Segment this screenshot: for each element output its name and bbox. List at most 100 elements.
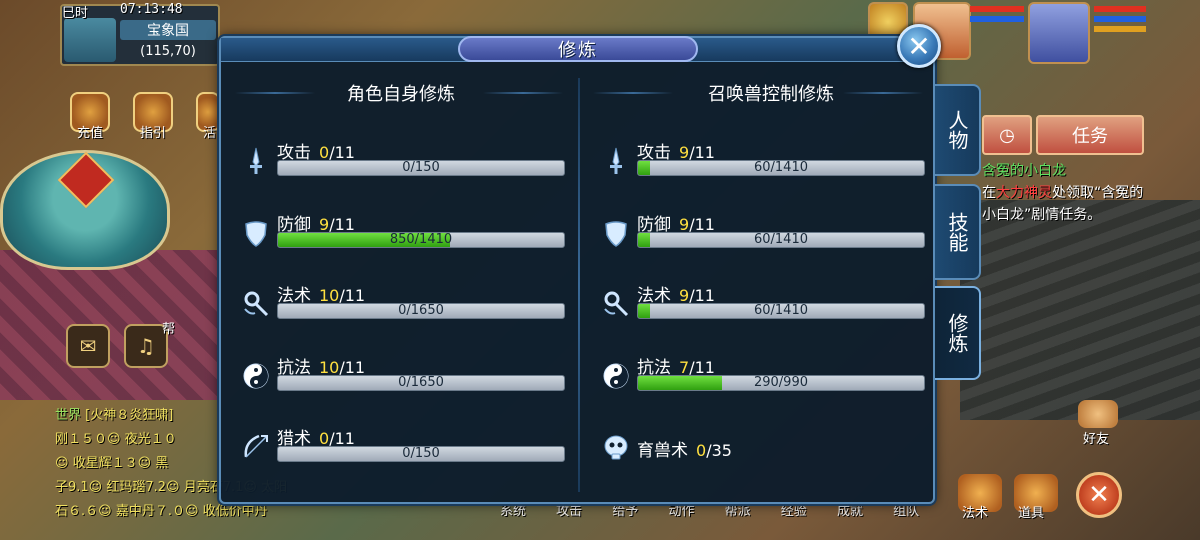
chat-text: [火神８炎狂啸] xyxy=(85,408,174,423)
chat-bubble-icon: ✉ xyxy=(79,334,97,358)
skill-progress-text: 0/150 xyxy=(402,446,440,461)
title-ornament-right xyxy=(483,92,563,94)
skill-level-max: /11 xyxy=(339,357,366,377)
player-portrait[interactable] xyxy=(1028,2,1090,64)
skill-level-current: 7 xyxy=(679,357,690,377)
quest-timer-button[interactable]: ◷ xyxy=(982,115,1032,155)
menu-action[interactable]: 动作 xyxy=(668,504,694,519)
skill-name: 育兽术 0/35 xyxy=(637,436,732,461)
menu-attack[interactable]: 攻击 xyxy=(556,504,582,519)
tab-cultivation[interactable]: 修炼 xyxy=(935,286,981,380)
menu-exp[interactable]: 经验 xyxy=(781,504,807,519)
menu-give[interactable]: 给予 xyxy=(612,504,638,519)
menu-team[interactable]: 组队 xyxy=(893,504,919,519)
quest-text-pre: 在 xyxy=(982,185,996,201)
skill-progress-text: 60/1410 xyxy=(753,231,808,247)
skill-progress-text: 0/1650 xyxy=(398,303,444,318)
player-hp-bar xyxy=(1094,6,1146,12)
skill-progress-text: 60/1410 xyxy=(753,160,808,175)
task-tab-button[interactable]: 任务 xyxy=(1036,115,1144,155)
tab-character[interactable]: 人物 xyxy=(935,84,981,176)
beast-skull-icon xyxy=(599,430,633,464)
skill-level-max: /35 xyxy=(706,441,732,460)
tab-label: 人物 xyxy=(945,110,969,150)
skill-progress-text: 60/1410 xyxy=(753,303,808,318)
quest-npc-name: 大力神灵 xyxy=(996,185,1052,201)
pet-mp-bar xyxy=(970,16,1024,22)
tab-label: 技能 xyxy=(945,212,969,252)
skill-progress-bar: 60/1410 xyxy=(637,160,925,176)
menu-achievement[interactable]: 成就 xyxy=(837,504,863,519)
chat-channel: 世界 xyxy=(55,408,82,423)
yin-yang-icon xyxy=(599,359,633,393)
close-icon: ✕ xyxy=(1088,480,1110,510)
quest-description: 在大力神灵处领取“含冤的小白龙”剧情任务。 xyxy=(982,182,1147,226)
clock-icon: ◷ xyxy=(999,124,1015,146)
friend-label: 好友 xyxy=(1083,432,1110,447)
skill-level: 7/11 xyxy=(679,358,715,377)
column-divider xyxy=(578,78,580,492)
menu-label-recharge: 充值 xyxy=(77,126,104,141)
skill-progress-text: 0/1650 xyxy=(398,374,444,390)
skill-progress-bar: 850/1410 xyxy=(277,231,565,248)
skill-row[interactable]: 攻击 9/11 60/1410 xyxy=(599,138,929,186)
skill-level-current: 0 xyxy=(696,441,707,460)
skill-progress-bar: 0/1650 xyxy=(277,374,565,391)
chat-log[interactable]: 世界 [火神８炎狂啸] 刚１５０☺ 夜光１０ ☺ 收星辉１３☺ 黑 子9.1☺ … xyxy=(55,404,288,524)
shield-icon xyxy=(239,216,273,250)
skill-level-max: /11 xyxy=(329,214,355,234)
skill-level-current: 10 xyxy=(319,357,340,377)
skill-row[interactable]: 防御 9/11 850/1410 xyxy=(239,210,569,258)
shield-icon xyxy=(599,216,633,250)
skill-row[interactable]: 抗法 10/11 0/1650 xyxy=(239,353,569,401)
game-clock: 07:13:48 xyxy=(120,2,183,17)
chat-button[interactable]: ✉ xyxy=(66,324,110,368)
skill-row[interactable]: 抗法 7/11 290/990 xyxy=(599,353,929,401)
skill-level: 10/11 xyxy=(319,358,365,377)
skill-name: 抗法 7/11 xyxy=(637,353,715,378)
skill-progress-bar: 0/1650 xyxy=(277,303,565,319)
minimap-avatar[interactable] xyxy=(64,18,116,62)
close-icon: ✕ xyxy=(907,29,931,63)
quest-tracker[interactable]: 含冤的小白龙 在大力神灵处领取“含冤的小白龙”剧情任务。 xyxy=(982,160,1147,226)
dialog-close-button[interactable]: ✕ xyxy=(897,24,941,68)
menu-system[interactable]: 系统 xyxy=(500,504,526,519)
skill-label: 育兽术 xyxy=(637,441,688,461)
skill-row[interactable]: 防御 9/11 60/1410 xyxy=(599,210,929,258)
item-label: 道具 xyxy=(1018,506,1045,521)
scene-carpet xyxy=(0,250,220,400)
skill-row[interactable]: 法术 10/11 0/1650 xyxy=(239,281,569,329)
skill-row[interactable]: 攻击 0/11 0/150 xyxy=(239,138,569,186)
yin-yang-icon xyxy=(239,359,273,393)
magic-staff-icon xyxy=(239,287,273,321)
skill-row[interactable]: 法术 9/11 60/1410 xyxy=(599,281,929,329)
skill-name: 防御 9/11 xyxy=(637,210,715,235)
player-sp-bar xyxy=(1094,26,1146,32)
skill-level-max: /11 xyxy=(689,357,715,377)
spell-label: 法术 xyxy=(962,506,989,521)
title-ornament-right xyxy=(843,92,923,94)
skill-level-max: /11 xyxy=(689,214,715,234)
chat-line: 石６.６☺ 嘉中丹７.０☺ 收低价中丹 xyxy=(55,504,268,519)
dialog-title: 修炼 xyxy=(458,36,698,62)
chat-line: 子9.1☺ 红玛瑙7.2☺ 月亮石7.1☺ 太阳 xyxy=(55,480,288,495)
tab-label: 修炼 xyxy=(945,313,969,353)
chat-line: ☺ 收星辉１３☺ 黑 xyxy=(55,456,169,471)
skill-level-current: 9 xyxy=(319,214,330,234)
scene-roof xyxy=(960,200,1200,420)
skill-progress-text: 290/990 xyxy=(753,374,808,390)
quest-title: 含冤的小白龙 xyxy=(982,163,1066,179)
menu-guild[interactable]: 帮派 xyxy=(725,504,751,519)
skill-row[interactable]: 猎术 0/11 0/150 xyxy=(239,424,569,472)
skill-progress-text: 0/150 xyxy=(402,160,440,175)
handshake-icon[interactable] xyxy=(1078,400,1118,428)
bottom-close-button[interactable]: ✕ xyxy=(1076,472,1122,518)
skill-row[interactable]: 育兽术 0/35 xyxy=(599,424,929,472)
player-mp-bar xyxy=(1094,16,1146,22)
game-period: 巳时 xyxy=(62,6,89,21)
tab-skills[interactable]: 技能 xyxy=(935,184,981,280)
chat-line: 世界 [火神８炎狂啸] xyxy=(55,404,225,428)
sword-icon xyxy=(239,144,273,178)
skill-name: 防御 9/11 xyxy=(277,210,355,235)
skill-level: 9/11 xyxy=(319,215,355,234)
